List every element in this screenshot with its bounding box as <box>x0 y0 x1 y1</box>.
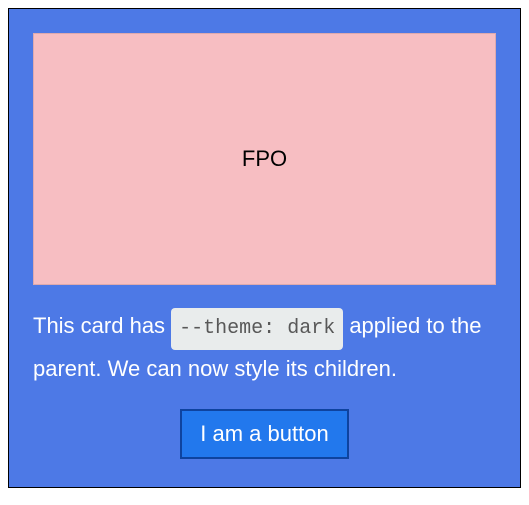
description-text-before: This card has <box>33 313 171 338</box>
image-placeholder: FPO <box>33 33 496 285</box>
code-chip: --theme: dark <box>171 308 343 350</box>
card-description: This card has --theme: dark applied to t… <box>33 307 496 387</box>
demo-button[interactable]: I am a button <box>180 409 348 459</box>
button-row: I am a button <box>33 409 496 459</box>
card: FPO This card has --theme: dark applied … <box>8 8 521 488</box>
placeholder-label: FPO <box>242 146 287 172</box>
